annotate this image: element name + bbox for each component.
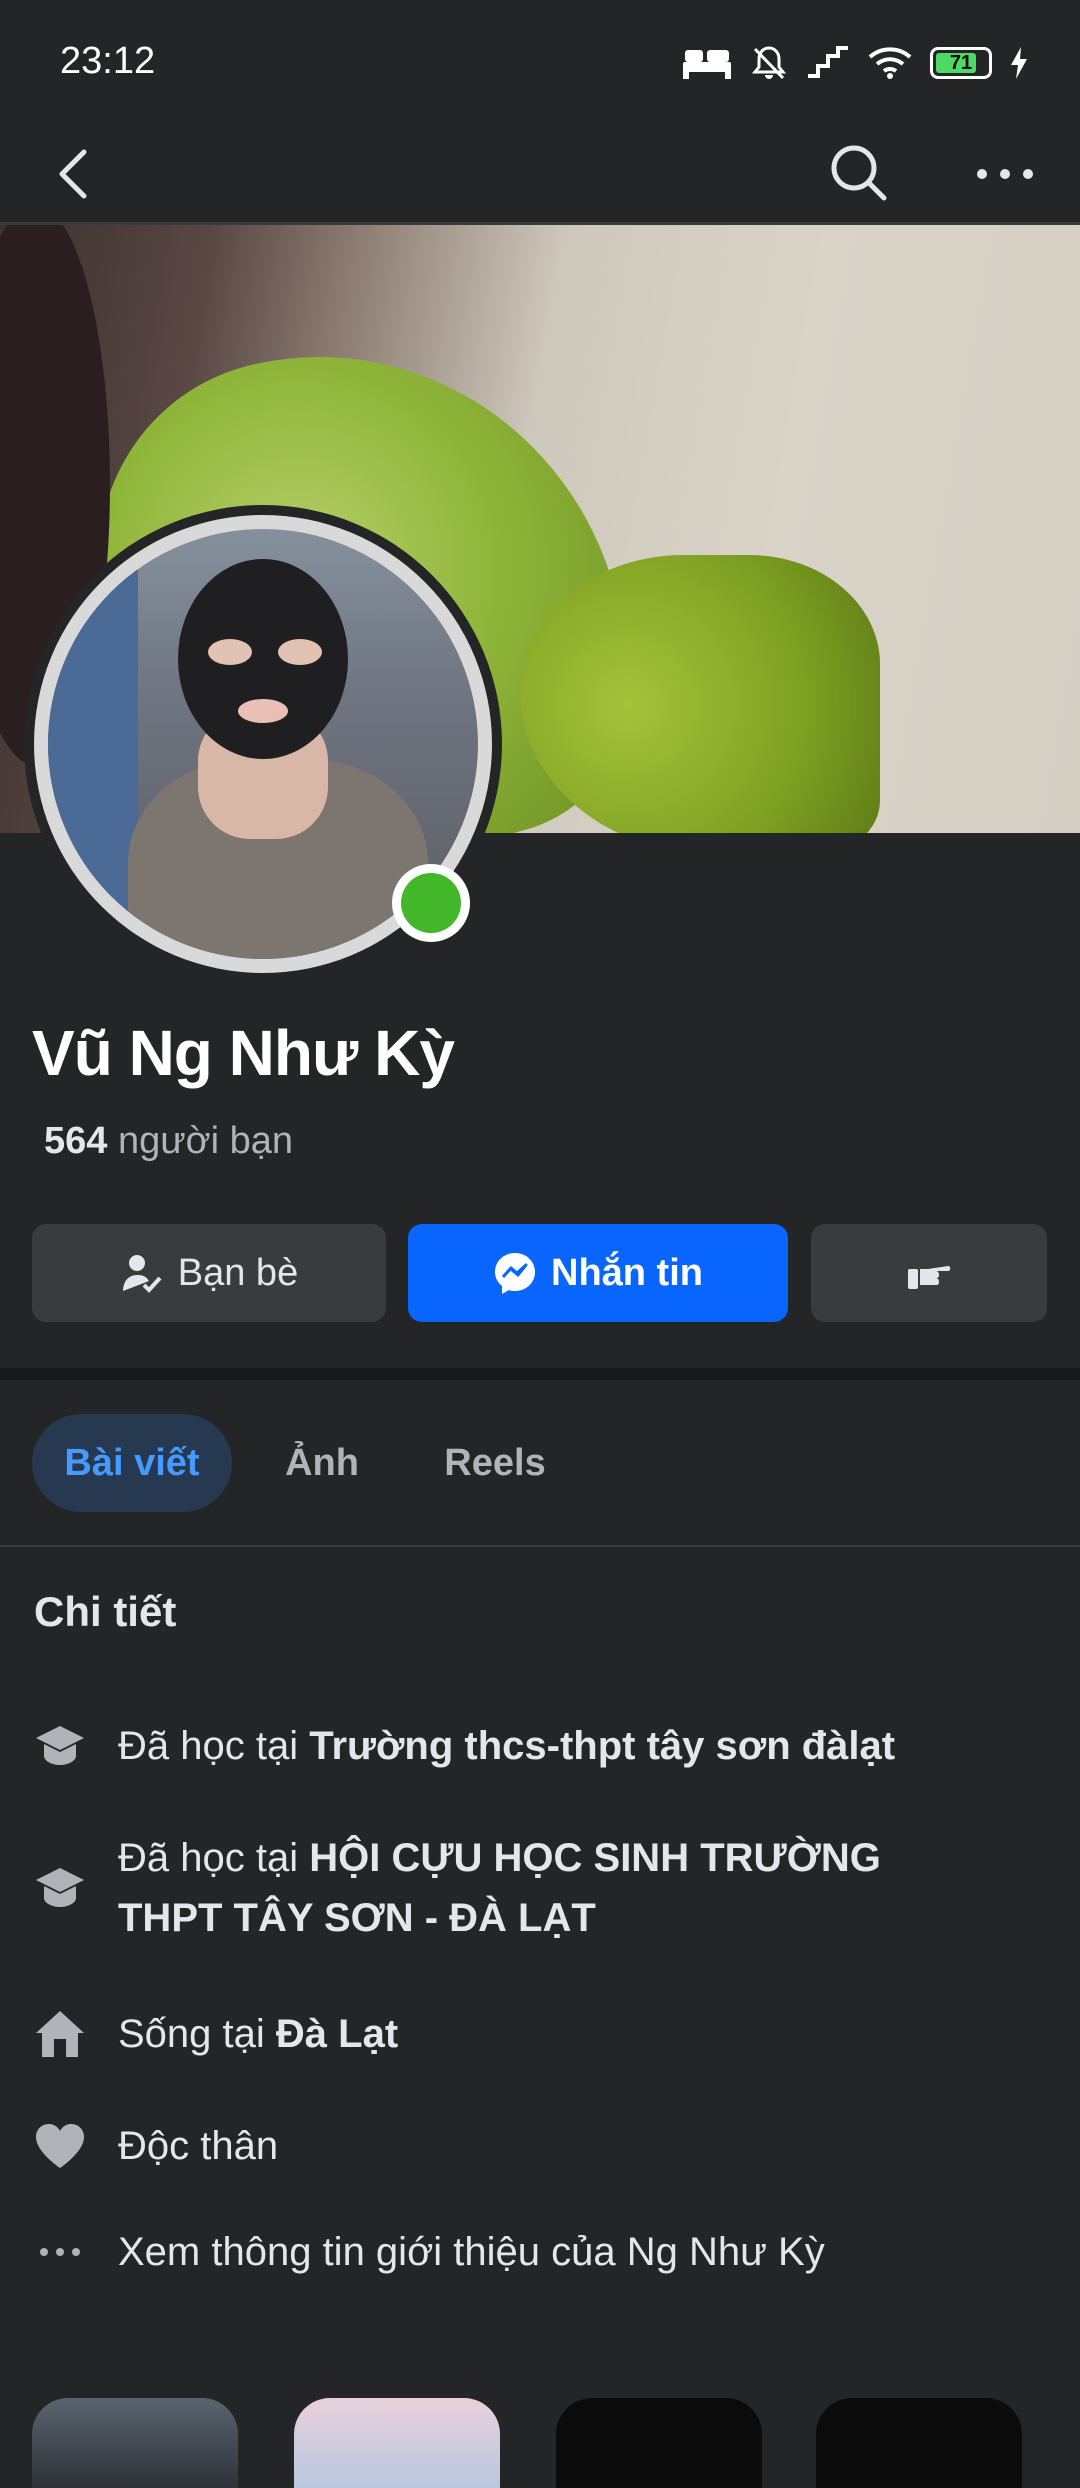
friends-button[interactable]: Bạn bè: [32, 1224, 386, 1322]
friends-count[interactable]: 564 người bạn: [44, 1120, 293, 1163]
detail-education-1: Đã học tại Trường thcs-thpt tây sơn đàlạ…: [32, 1716, 895, 1776]
search-icon[interactable]: [826, 140, 890, 204]
detail-relationship: Độc thân: [32, 2116, 278, 2176]
more-dots-icon: [32, 2224, 88, 2280]
friends-button-label: Bạn bè: [177, 1251, 299, 1294]
friend-check-icon: [122, 1255, 162, 1293]
photo-thumbnail[interactable]: [556, 2398, 762, 2488]
photo-thumbnail[interactable]: [32, 2398, 238, 2488]
section-separator: [0, 1368, 1080, 1380]
poke-button[interactable]: [811, 1224, 1047, 1322]
tab-photos[interactable]: Ảnh: [272, 1414, 372, 1512]
signal-icon: [808, 46, 848, 78]
tab-reels[interactable]: Reels: [430, 1414, 560, 1512]
message-button-label: Nhắn tin: [551, 1251, 703, 1294]
detail-education-2: Đã học tại HỘI CỰU HỌC SINH TRƯỜNG THPT …: [32, 1828, 978, 1948]
mute-bell-icon: [751, 46, 787, 80]
status-icons: 71: [682, 44, 1028, 82]
details-title: Chi tiết: [34, 1588, 177, 1635]
messenger-icon: [495, 1253, 535, 1294]
message-button[interactable]: Nhắn tin: [408, 1224, 788, 1322]
heart-icon: [32, 2118, 88, 2174]
bed-icon: [683, 50, 731, 79]
profile-name: Vũ Ng Như Kỳ: [32, 1017, 455, 1089]
more-options-icon[interactable]: [970, 140, 1040, 204]
back-icon[interactable]: [44, 142, 108, 206]
education-icon: [32, 1860, 88, 1916]
home-icon: [32, 2006, 88, 2062]
education-icon: [32, 1718, 88, 1774]
charging-icon: [1011, 47, 1027, 79]
poke-hand-icon: [908, 1266, 951, 1289]
status-time: 23:12: [60, 40, 156, 82]
status-bar: 23:12 71: [0, 0, 1080, 130]
battery-icon: 71: [930, 47, 992, 79]
see-about-info-link[interactable]: Xem thông tin giới thiệu của Ng Như Kỳ: [32, 2222, 825, 2282]
photo-thumbnail[interactable]: [294, 2398, 500, 2488]
wifi-icon: [868, 47, 912, 79]
detail-lives-in: Sống tại Đà Lạt: [32, 2004, 398, 2064]
tabs-divider: [0, 1545, 1080, 1547]
online-status-badge: [392, 864, 470, 942]
top-nav: [0, 130, 1080, 224]
photo-thumbnail[interactable]: [816, 2398, 1022, 2488]
tab-posts[interactable]: Bài viết: [32, 1414, 232, 1512]
